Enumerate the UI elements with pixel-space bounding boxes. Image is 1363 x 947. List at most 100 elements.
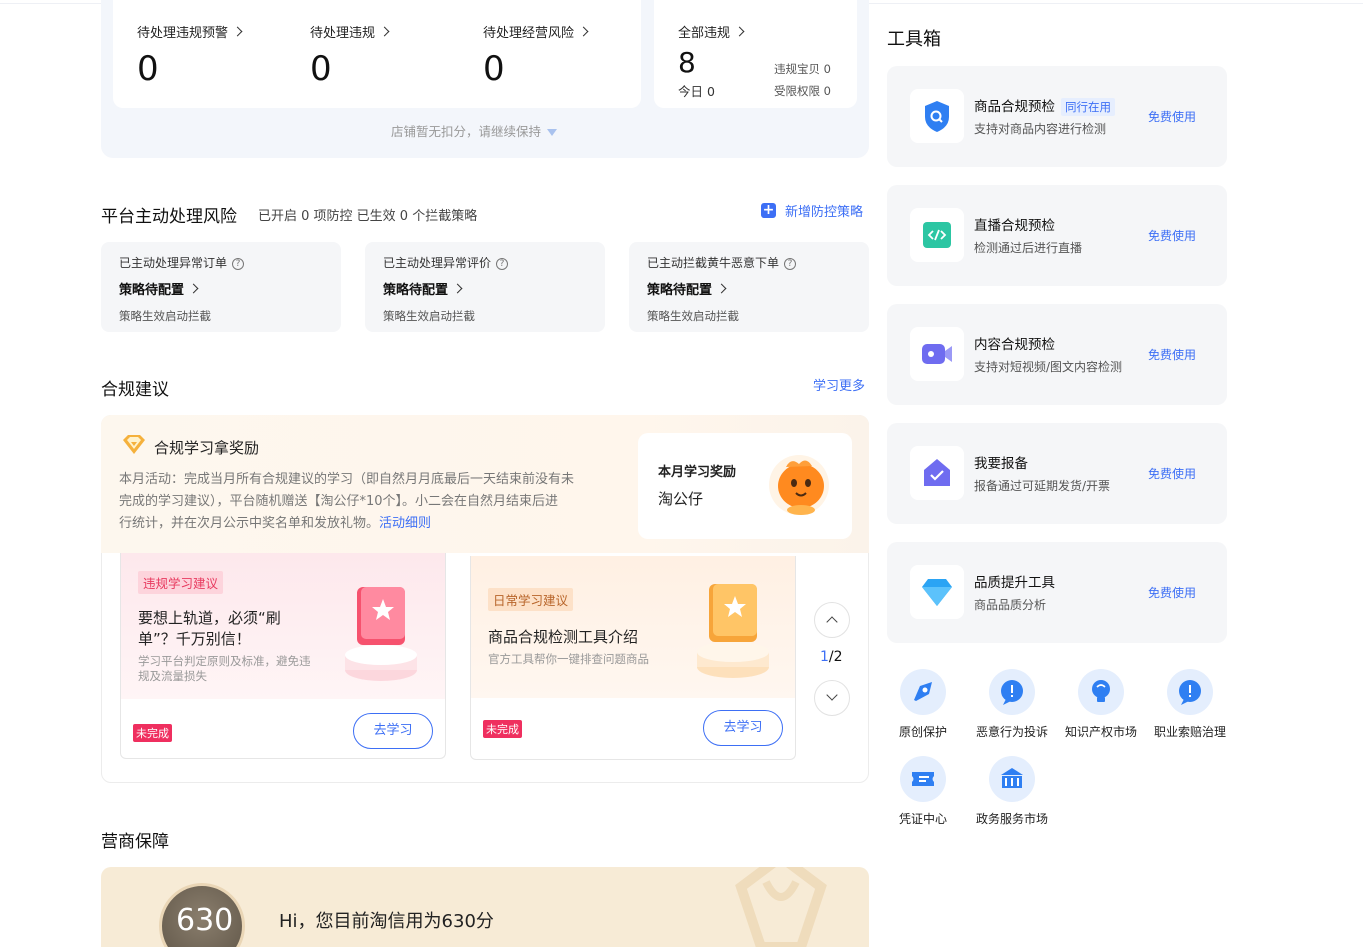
- free-use-link[interactable]: 免费使用: [1148, 227, 1196, 244]
- activity-rules-link[interactable]: 活动细则: [379, 516, 431, 531]
- banner-line: 完成的学习建议），平台随机赠送【淘公仔*10个】。小二会在自然月结束后进: [119, 494, 559, 509]
- service-label: 凭证中心: [898, 812, 947, 826]
- risk-card-status[interactable]: 策略待配置: [647, 283, 712, 298]
- alert-bubble-icon: [1167, 669, 1213, 715]
- chevron-right-icon: [232, 26, 243, 37]
- shield-search-icon: [910, 89, 964, 143]
- toolbox-title: 工具箱: [887, 29, 941, 50]
- pager-indicator: 1/2: [820, 649, 843, 665]
- chevron-right-icon: [379, 26, 390, 37]
- pending-risk-label: 待处理经营风险: [483, 26, 575, 41]
- tool-filing[interactable]: 我要报备 报备通过可延期发货/开票 免费使用: [887, 423, 1227, 524]
- learn-card-title: 商品合规检测工具介绍: [488, 628, 639, 646]
- chevron-up-icon: [826, 616, 838, 628]
- pending-violation-value: 0: [310, 49, 332, 89]
- learn-tag: 违规学习建议: [138, 571, 224, 594]
- learn-more-link[interactable]: 学习更多: [813, 375, 865, 394]
- learn-card-desc: 学习平台判定原则及标准，避免违 规及流量损失: [138, 654, 311, 684]
- question-icon[interactable]: ?: [232, 258, 245, 270]
- banner-line: 本月活动：完成当月所有合规建议的学习（即自然月月底最后一天结束前没有未: [119, 472, 575, 487]
- pager-down-button[interactable]: [814, 680, 850, 716]
- tool-desc: 检测通过后进行直播: [974, 241, 1083, 255]
- diamond-icon: [910, 565, 964, 619]
- no-deduction-tip[interactable]: 店铺暂无扣分，请继续保持: [391, 121, 558, 140]
- all-violations-value: 8: [678, 46, 696, 79]
- risk-card-orders[interactable]: 已主动处理异常订单? 策略待配置 策略生效启动拦截: [101, 242, 341, 332]
- risk-card-reviews[interactable]: 已主动处理异常评价? 策略待配置 策略生效启动拦截: [365, 242, 605, 332]
- pager-total: /2: [828, 649, 843, 665]
- risk-card-desc: 策略生效启动拦截: [119, 309, 211, 323]
- service-voucher-center[interactable]: 凭证中心: [883, 756, 963, 827]
- service-claim-governance[interactable]: 职业索赔治理: [1150, 669, 1230, 740]
- video-camera-icon: [910, 327, 964, 381]
- no-deduction-text: 店铺暂无扣分，请继续保持: [391, 124, 542, 139]
- service-malicious-complaint[interactable]: 恶意行为投诉: [972, 669, 1052, 740]
- triangle-down-icon: [547, 129, 558, 136]
- free-use-link[interactable]: 免费使用: [1148, 584, 1196, 601]
- learn-card-daily[interactable]: 日常学习建议 商品合规检测工具介绍 官方工具帮你一键排查问题商品 未完成 去学习: [470, 556, 796, 760]
- learn-card-violation[interactable]: 违规学习建议 要想上轨道，必须“刷 单”？千万别信！ 学习平台判定原则及标准，避…: [120, 553, 446, 759]
- free-use-link[interactable]: 免费使用: [1148, 108, 1196, 125]
- service-label: 恶意行为投诉: [975, 725, 1048, 739]
- check-house-icon: [910, 446, 964, 500]
- learn-desc-line: 规及流量损失: [138, 669, 207, 683]
- all-violations-header[interactable]: 全部违规: [678, 22, 745, 41]
- free-use-link[interactable]: 免费使用: [1148, 346, 1196, 363]
- go-learn-button[interactable]: 去学习: [353, 713, 433, 749]
- pending-warning-label: 待处理违规预警: [137, 26, 229, 41]
- learn-desc-line: 学习平台判定原则及标准，避免违: [138, 654, 311, 668]
- tool-desc: 支持对商品内容进行检测: [974, 122, 1107, 136]
- risk-card-title: 已主动拦截黄牛恶意下单: [647, 256, 780, 270]
- violation-items-count: 违规宝贝 0: [774, 62, 831, 76]
- chevron-right-icon: [452, 283, 463, 294]
- chevron-right-icon: [716, 283, 727, 294]
- pending-violation-item[interactable]: 待处理违规 0: [310, 22, 390, 89]
- pending-warning-value: 0: [137, 49, 159, 89]
- learn-card-desc: 官方工具帮你一键排查问题商品: [488, 652, 649, 666]
- service-original-protect[interactable]: 原创保护: [883, 669, 963, 740]
- ticket-icon: [900, 756, 946, 802]
- question-icon[interactable]: ?: [784, 258, 797, 270]
- tool-name-text: 商品合规预检: [974, 99, 1055, 115]
- add-strategy-button[interactable]: + 新增防控策略: [761, 201, 863, 220]
- incomplete-badge: 未完成: [133, 724, 172, 742]
- learn-title-line: 要想上轨道，必须“刷: [138, 609, 281, 627]
- limited-permissions-count: 受限权限 0: [774, 84, 831, 98]
- tool-live-precheck[interactable]: 直播合规预检 检测通过后进行直播 免费使用: [887, 185, 1227, 286]
- service-ip-market[interactable]: 知识产权市场: [1061, 669, 1141, 740]
- tool-name: 我要报备: [974, 456, 1028, 472]
- risk-card-title: 已主动处理异常评价: [383, 256, 492, 270]
- code-icon: [910, 208, 964, 262]
- tool-name: 商品合规预检 同行在用: [974, 95, 1115, 116]
- platform-risk-summary: 已开启 0 项防控 已生效 0 个拦截策略: [258, 209, 478, 224]
- credit-score-value: 630: [176, 903, 234, 938]
- question-icon[interactable]: ?: [496, 258, 509, 270]
- credit-card[interactable]: 630 Hi，您目前淘信用为630分: [101, 867, 869, 947]
- chevron-right-icon: [734, 26, 745, 37]
- reward-name: 淘公仔: [658, 490, 704, 508]
- pending-warning-item[interactable]: 待处理违规预警 0: [137, 22, 243, 89]
- banner-title: 合规学习拿奖励: [154, 439, 260, 457]
- free-use-link[interactable]: 免费使用: [1148, 465, 1196, 482]
- risk-card-scalpers[interactable]: 已主动拦截黄牛恶意下单? 策略待配置 策略生效启动拦截: [629, 242, 869, 332]
- risk-card-status[interactable]: 策略待配置: [383, 283, 448, 298]
- pending-risk-item[interactable]: 待处理经营风险 0: [483, 22, 589, 89]
- service-label: 政务服务市场: [975, 812, 1048, 826]
- service-label: 职业索赔治理: [1153, 725, 1226, 739]
- risk-card-status[interactable]: 策略待配置: [119, 283, 184, 298]
- reward-title: 本月学习奖励: [658, 465, 737, 480]
- lightbulb-icon: [1078, 669, 1124, 715]
- all-violations-label: 全部违规: [678, 26, 731, 41]
- go-learn-button[interactable]: 去学习: [703, 710, 783, 746]
- pager-up-button[interactable]: [814, 602, 850, 638]
- chevron-right-icon: [578, 26, 589, 37]
- service-government-market[interactable]: 政务服务市场: [972, 756, 1052, 827]
- decorative-shield-icon: [721, 867, 841, 947]
- tool-product-precheck[interactable]: 商品合规预检 同行在用 支持对商品内容进行检测 免费使用: [887, 66, 1227, 167]
- page-root: 待处理违规预警 0 待处理违规 0 待处理经营风险 0 全部违规 8 今日 0 …: [0, 0, 1363, 947]
- red-book-icon: [331, 575, 431, 689]
- tool-content-precheck[interactable]: 内容合规预检 支持对短视频/图文内容检测 免费使用: [887, 304, 1227, 405]
- tool-quality[interactable]: 品质提升工具 商品品质分析 免费使用: [887, 542, 1227, 643]
- platform-risk-title: 平台主动处理风险: [101, 207, 237, 227]
- tool-name: 品质提升工具: [974, 575, 1055, 591]
